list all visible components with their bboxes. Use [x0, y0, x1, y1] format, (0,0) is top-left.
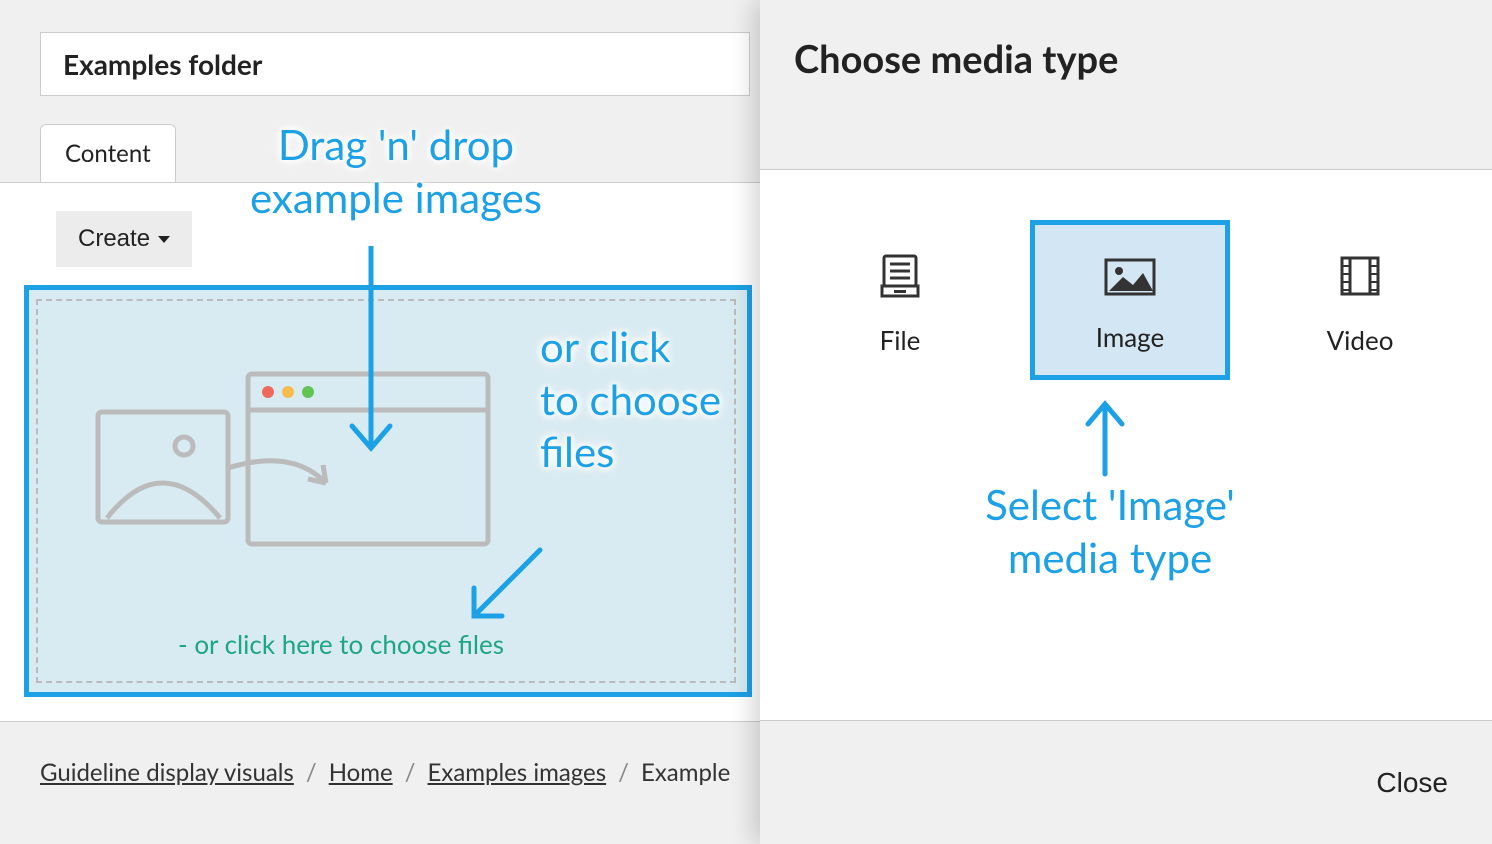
dropzone-choose-files-link[interactable]: - or click here to choose files [178, 628, 504, 660]
breadcrumb-sep: / [618, 758, 629, 787]
panel-footer: Close [760, 720, 1492, 844]
upload-illustration-icon [92, 358, 492, 558]
left-panel: Examples folder Content Create - or [0, 0, 760, 844]
folder-title-text: Examples folder [63, 47, 262, 81]
breadcrumb: Guideline display visuals / Home / Examp… [40, 758, 730, 787]
breadcrumb-link-1[interactable]: Guideline display visuals [40, 758, 294, 787]
breadcrumb-sep: / [405, 758, 416, 787]
close-label: Close [1376, 767, 1448, 798]
tabs: Content [40, 124, 176, 182]
create-button[interactable]: Create [56, 211, 192, 267]
dropzone-hint-text: - or click here to choose files [178, 628, 504, 660]
caret-down-icon [158, 236, 170, 243]
breadcrumb-link-2[interactable]: Home [329, 758, 393, 787]
media-types: File Image [800, 220, 1460, 380]
media-type-video[interactable]: Video [1260, 220, 1460, 378]
folder-title-input[interactable]: Examples folder [40, 32, 750, 96]
media-type-image-label: Image [1096, 321, 1164, 353]
annotation-select-image: Select 'Image' media type [920, 478, 1300, 583]
annotation-line: media type [1008, 532, 1212, 582]
file-icon [876, 252, 924, 300]
panel-header: Choose media type [760, 0, 1492, 170]
breadcrumb-sep: / [306, 758, 317, 787]
create-label: Create [78, 225, 150, 253]
media-type-video-label: Video [1327, 324, 1394, 356]
close-button[interactable]: Close [1376, 767, 1448, 799]
arrow-up-icon [1080, 398, 1130, 478]
panel-title: Choose media type [794, 36, 1458, 82]
breadcrumb-link-3[interactable]: Examples images [428, 758, 607, 787]
annotation-line: Select 'Image' [985, 479, 1235, 529]
media-type-panel: Choose media type File [760, 0, 1492, 844]
tab-content[interactable]: Content [40, 124, 176, 182]
image-icon [1103, 257, 1157, 297]
tab-content-label: Content [65, 139, 151, 168]
media-type-file-label: File [880, 324, 921, 356]
video-icon [1336, 252, 1384, 300]
breadcrumb-current: Example [641, 758, 730, 787]
media-type-image[interactable]: Image [1030, 220, 1230, 380]
media-type-file[interactable]: File [800, 220, 1000, 378]
